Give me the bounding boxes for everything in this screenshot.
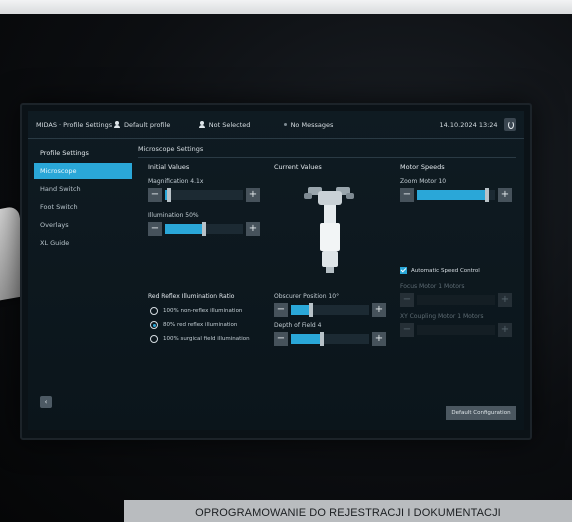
depth-increase-button[interactable]: + (372, 332, 386, 346)
illumination-track[interactable] (165, 222, 243, 236)
eyepiece-slider[interactable]: − + (274, 303, 386, 317)
screen: MIDAS · Profile Settings Default profile… (28, 111, 524, 430)
background-ceiling-strip (0, 0, 572, 14)
sidebar-item-foot-switch[interactable]: Foot Switch (28, 199, 132, 215)
depth-thumb[interactable] (320, 332, 325, 346)
messages-indicator[interactable]: No Messages (283, 120, 428, 129)
depth-of-field-slider[interactable]: − + (274, 332, 386, 346)
red-reflex-option-label: 100% surgical field illumination (163, 336, 250, 342)
depth-track[interactable] (291, 332, 369, 346)
zoom-motor-label: Zoom Motor 10 (400, 178, 447, 185)
eyepiece-label: Obscurer Position 10° (274, 293, 340, 300)
illumination-increase-button[interactable]: + (246, 222, 260, 236)
radio-icon (150, 335, 158, 343)
red-reflex-option-2[interactable]: 80% red reflex illumination (150, 321, 237, 329)
magnification-slider[interactable]: − + (148, 188, 260, 202)
zoom-track[interactable] (417, 188, 495, 202)
illumination-slider[interactable]: − + (148, 222, 260, 236)
focus-motor-slider[interactable]: − + (400, 293, 512, 307)
red-reflex-option-label: 100% non-reflex illumination (163, 308, 243, 314)
message-dot-icon (283, 123, 287, 126)
caption-banner: OPROGRAMOWANIE DO REJESTRACJI I DOKUMENT… (124, 500, 572, 522)
automatic-speed-checkbox[interactable]: Automatic Speed Control (400, 267, 480, 274)
app-title: MIDAS · Profile Settings (36, 120, 113, 129)
red-reflex-option-3[interactable]: 100% surgical field illumination (150, 335, 250, 343)
microscope-illustration (304, 187, 354, 273)
xy-track[interactable] (417, 325, 495, 335)
sidebar-item-microscope[interactable]: Microscope (34, 163, 132, 179)
datetime-display: 14.10.2024 13:24 (436, 120, 498, 129)
back-button[interactable]: ‹ (40, 396, 52, 408)
automatic-speed-label: Automatic Speed Control (411, 267, 480, 274)
focus-decrease-button[interactable]: − (400, 293, 414, 307)
checkbox-checked-icon (400, 267, 407, 274)
user-icon (198, 121, 205, 128)
user-label: Not Selected (208, 120, 251, 129)
sidebar: Profile Settings Microscope Hand Switch … (28, 139, 132, 430)
monitor-bezel: MIDAS · Profile Settings Default profile… (20, 103, 532, 440)
focus-increase-button[interactable]: + (498, 293, 512, 307)
profile-icon (114, 121, 120, 128)
sidebar-item-hand-switch[interactable]: Hand Switch (28, 181, 132, 197)
main-panel: Microscope Settings Initial Values Curre… (138, 139, 524, 430)
radio-icon (150, 307, 158, 315)
sidebar-item-overlays[interactable]: Overlays (28, 217, 132, 233)
datetime-label: 14.10.2024 13:24 (439, 120, 498, 129)
profile-label: Default profile (124, 120, 171, 129)
xy-coupling-slider[interactable]: − + (400, 323, 512, 337)
magnification-label: Magnification 4.1x (148, 178, 204, 185)
default-configuration-button[interactable]: Default Configuration (446, 406, 516, 420)
zoom-increase-button[interactable]: + (498, 188, 512, 202)
magnification-thumb[interactable] (166, 188, 171, 202)
depth-decrease-button[interactable]: − (274, 332, 288, 346)
xy-coupling-label: XY Coupling Motor 1 Motors (400, 313, 484, 320)
radio-selected-icon (150, 321, 158, 329)
power-button[interactable] (503, 118, 517, 131)
zoom-motor-slider[interactable]: − + (400, 188, 512, 202)
illumination-thumb[interactable] (202, 222, 206, 236)
sidebar-heading: Profile Settings (40, 149, 89, 157)
depth-of-field-label: Depth of Field 4 (274, 322, 322, 329)
xy-increase-button[interactable]: + (498, 323, 512, 337)
eyepiece-decrease-button[interactable]: − (274, 303, 288, 317)
current-values-title: Current Values (274, 163, 322, 171)
zoom-thumb[interactable] (485, 188, 490, 202)
red-reflex-option-1[interactable]: 100% non-reflex illumination (150, 307, 242, 315)
illumination-decrease-button[interactable]: − (148, 222, 162, 236)
red-reflex-option-label: 80% red reflex illumination (163, 322, 238, 328)
eyepiece-thumb[interactable] (308, 303, 313, 317)
top-bar: MIDAS · Profile Settings Default profile… (28, 111, 524, 139)
xy-decrease-button[interactable]: − (400, 323, 414, 337)
zoom-decrease-button[interactable]: − (400, 188, 414, 202)
messages-label: No Messages (290, 120, 334, 129)
profile-selector[interactable]: Default profile (114, 121, 191, 129)
initial-values-title: Initial Values (148, 163, 190, 171)
focus-motor-label: Focus Motor 1 Motors (400, 283, 465, 290)
eyepiece-track[interactable] (291, 303, 369, 317)
focus-track[interactable] (417, 295, 495, 305)
magnification-track[interactable] (165, 188, 243, 202)
illumination-label: Illumination 50% (148, 212, 199, 219)
red-reflex-title: Red Reflex Illumination Ratio (148, 293, 235, 300)
eyepiece-increase-button[interactable]: + (372, 303, 386, 317)
motor-speeds-title: Motor Speeds (400, 163, 445, 171)
user-selector[interactable]: Not Selected (198, 120, 276, 129)
main-heading: Microscope Settings (138, 145, 516, 158)
magnification-increase-button[interactable]: + (246, 188, 260, 202)
sidebar-item-xl-guide[interactable]: XL Guide (28, 235, 132, 251)
magnification-decrease-button[interactable]: − (148, 188, 162, 202)
